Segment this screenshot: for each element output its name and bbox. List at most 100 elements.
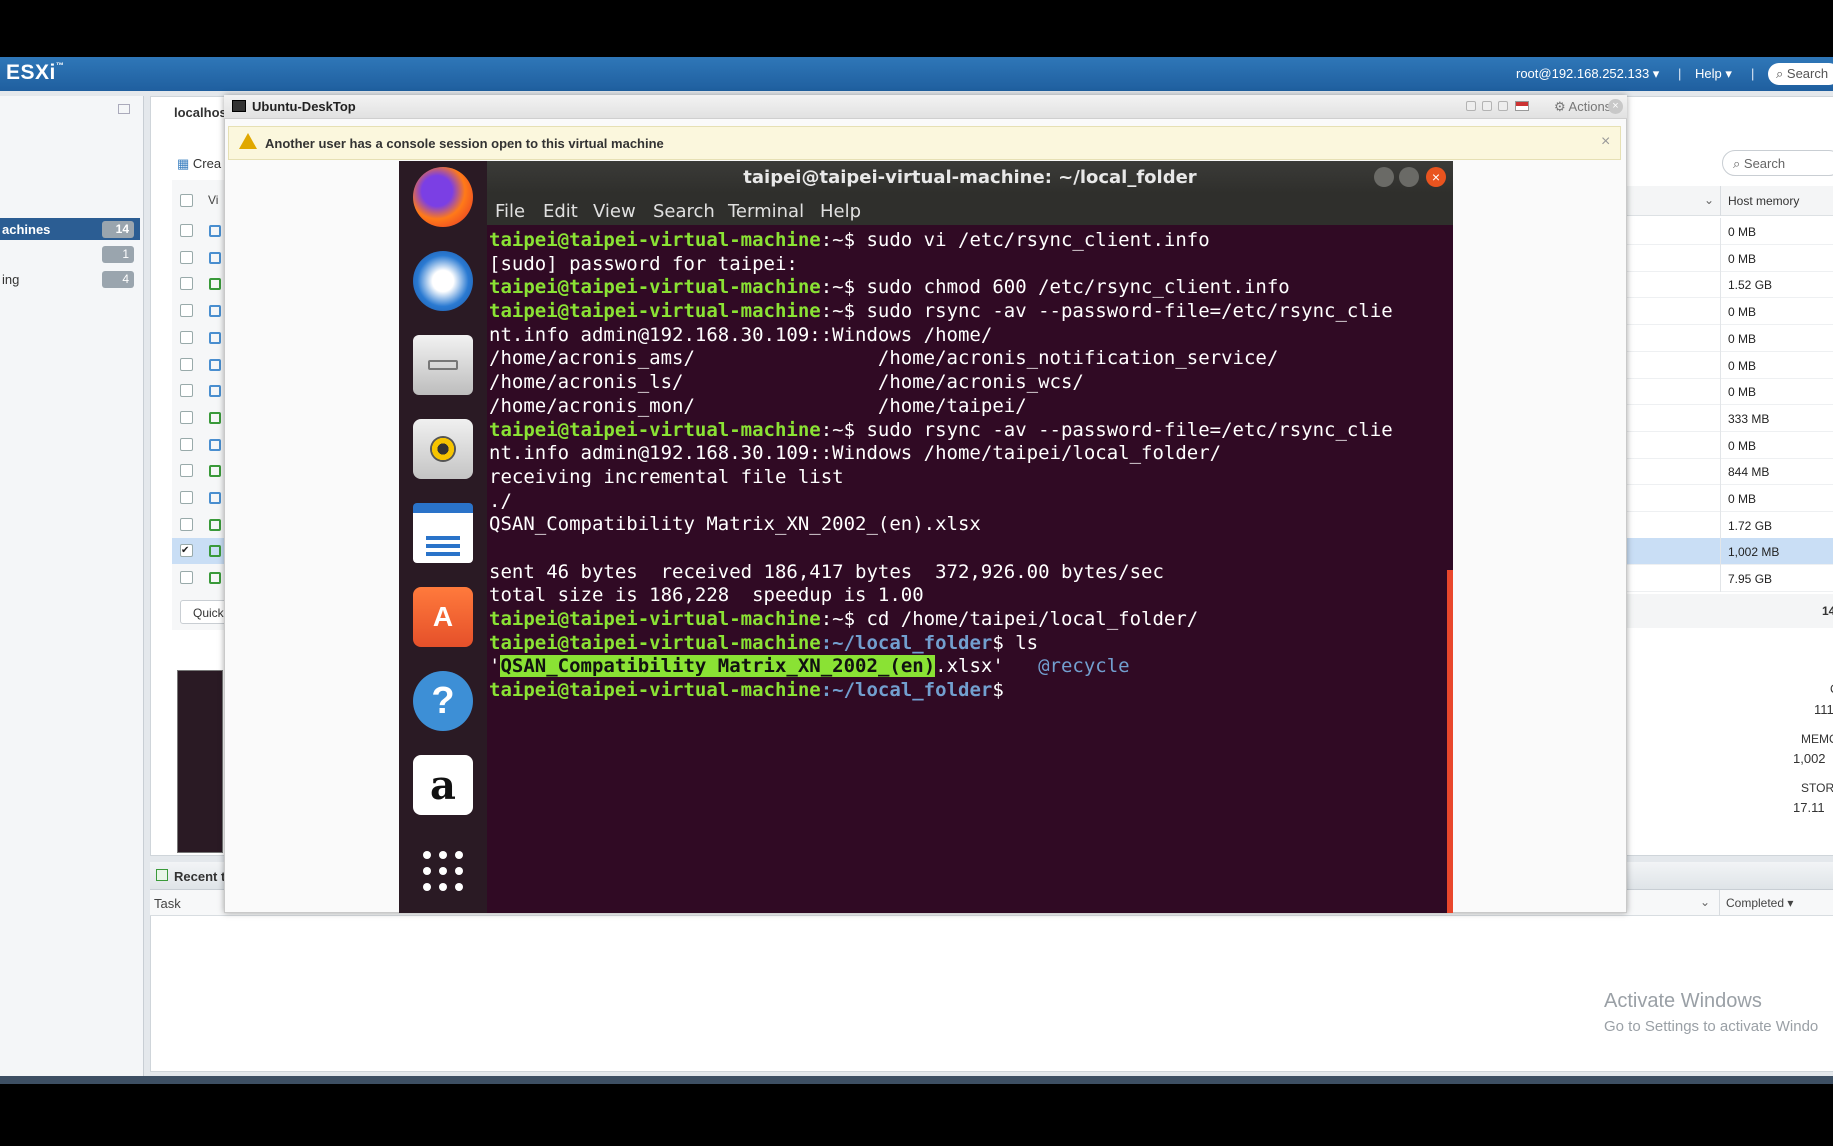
host-memory-value: 1.52 GB (1728, 278, 1773, 293)
maximize-icon[interactable] (1399, 167, 1419, 187)
host-memory-row[interactable]: 844 MB (1626, 458, 1833, 486)
table-row[interactable] (172, 565, 228, 591)
libreoffice-writer-icon[interactable] (413, 503, 473, 563)
selected-filename[interactable]: QSAN_Compatibility Matrix_XN_2002_(en) (500, 655, 936, 678)
host-memory-row[interactable]: 0 MB (1626, 298, 1833, 326)
table-row[interactable] (172, 405, 228, 431)
row-checkbox[interactable] (180, 250, 193, 264)
vm-console-title: Ubuntu-DeskTop (252, 99, 356, 114)
table-row[interactable]: ✔ (172, 538, 228, 565)
row-checkbox[interactable] (180, 304, 193, 318)
host-memory-row[interactable]: 1,002 MB (1626, 538, 1833, 566)
tab-localhost[interactable]: localhos (152, 99, 232, 125)
host-memory-row[interactable]: 0 MB (1626, 218, 1833, 245)
menu-terminal[interactable]: Terminal (728, 201, 804, 222)
host-memory-row[interactable]: 0 MB (1626, 351, 1833, 379)
row-checkbox[interactable] (180, 384, 193, 398)
actions-menu[interactable]: ⚙ Actions (1554, 99, 1611, 115)
vm-powered-on-icon (209, 545, 221, 558)
column-header-completed[interactable]: Completed ▾ (1726, 896, 1793, 910)
navigator-panel: achines 14 1 ing 4 (0, 96, 144, 1076)
row-checkbox[interactable]: ✔ (180, 544, 193, 558)
terminal-line: taipei@taipei-virtual-machine:~$ sudo rs… (489, 418, 1393, 441)
host-memory-row[interactable]: 333 MB (1626, 404, 1833, 432)
collapse-icon[interactable] (118, 104, 130, 114)
vm-powered-off-icon (209, 385, 221, 398)
table-row[interactable] (172, 325, 228, 351)
row-checkbox[interactable] (180, 330, 193, 344)
nav-item[interactable]: 1 (0, 243, 140, 265)
row-checkbox[interactable] (180, 464, 193, 478)
row-checkbox[interactable] (180, 437, 193, 451)
table-row[interactable] (172, 512, 228, 538)
table-row[interactable] (172, 218, 228, 244)
row-checkbox[interactable] (180, 571, 193, 585)
row-checkbox[interactable] (180, 357, 193, 371)
column-dropdown-icon[interactable]: ⌄ (1700, 895, 1710, 909)
column-header-task[interactable]: Task (154, 896, 181, 911)
menu-search[interactable]: Search (653, 201, 715, 222)
terminal-scrollbar[interactable] (1447, 570, 1453, 913)
column-header-vm[interactable]: Vi (208, 193, 218, 207)
restore-icon[interactable] (1466, 101, 1476, 111)
table-row[interactable] (172, 271, 228, 297)
apps-grid-icon[interactable] (413, 841, 473, 901)
host-memory-row[interactable]: 1.72 GB (1626, 511, 1833, 539)
row-checkbox[interactable] (180, 410, 193, 424)
table-row[interactable] (172, 298, 228, 324)
terminal-output[interactable]: taipei@taipei-virtual-machine:~$ sudo vi… (487, 225, 1453, 913)
column-dropdown-icon[interactable]: ⌄ (1704, 193, 1714, 207)
amazon-icon[interactable]: a (413, 755, 473, 815)
quick-filter-dropdown[interactable]: Quick (180, 600, 228, 624)
host-memory-value: 7.95 GB (1728, 572, 1773, 587)
host-memory-row[interactable]: 0 MB (1626, 431, 1833, 459)
host-memory-row[interactable]: 1.52 GB (1626, 271, 1833, 299)
thunderbird-icon[interactable] (413, 251, 473, 311)
create-vm-button[interactable]: ▦ Crea (177, 156, 221, 172)
close-icon[interactable]: × (1426, 167, 1446, 187)
row-checkbox[interactable] (180, 491, 193, 504)
host-memory-row[interactable]: 0 MB (1626, 485, 1833, 512)
row-checkbox[interactable] (180, 517, 193, 531)
warning-message: Another user has a console session open … (265, 136, 664, 151)
menu-file[interactable]: File (495, 201, 525, 222)
nav-item-virtual-machines[interactable]: achines 14 (0, 218, 140, 240)
minimize-icon[interactable] (1482, 101, 1492, 111)
row-checkbox[interactable] (180, 277, 193, 291)
terminal-titlebar[interactable]: taipei@taipei-virtual-machine: ~/local_f… (487, 161, 1453, 193)
menu-view[interactable]: View (593, 201, 636, 222)
nav-item-networking[interactable]: ing 4 (0, 268, 140, 290)
host-memory-row[interactable]: 0 MB (1626, 244, 1833, 272)
table-row[interactable] (172, 432, 228, 458)
help-menu[interactable]: Help ▾ (1695, 66, 1732, 82)
software-center-icon[interactable]: A (413, 587, 473, 647)
close-icon[interactable]: × (1608, 99, 1623, 114)
minimize-icon[interactable] (1374, 167, 1394, 187)
select-all-checkbox[interactable] (180, 194, 193, 207)
rhythmbox-icon[interactable] (413, 419, 473, 479)
user-menu[interactable]: root@192.168.252.133 ▾ (1516, 66, 1659, 82)
menu-edit[interactable]: Edit (543, 201, 578, 222)
firefox-icon[interactable] (413, 167, 473, 227)
table-row[interactable] (172, 352, 228, 378)
host-memory-row[interactable]: 7.95 GB (1626, 565, 1833, 593)
close-icon[interactable]: × (1601, 133, 1610, 151)
column-header-host-memory[interactable]: Host memory (1728, 194, 1799, 208)
table-row[interactable] (172, 245, 228, 271)
console-warning-banner: Another user has a console session open … (228, 126, 1621, 160)
host-memory-row[interactable]: 0 MB (1626, 378, 1833, 406)
table-row[interactable] (172, 485, 228, 511)
vm-search-input[interactable]: ⌕ Search (1722, 150, 1833, 176)
header-search-input[interactable]: ⌕ Search (1768, 63, 1833, 85)
table-row[interactable] (172, 378, 228, 404)
vm-console-titlebar[interactable]: Ubuntu-DeskTop ⚙ Actions × (224, 95, 1627, 119)
keyboard-language-icon[interactable] (1515, 101, 1529, 111)
fullscreen-icon[interactable] (1498, 101, 1508, 111)
menu-help[interactable]: Help (820, 201, 861, 222)
table-row[interactable] (172, 458, 228, 484)
vm-console-thumbnail[interactable] (177, 670, 223, 853)
help-icon[interactable]: ? (413, 671, 473, 731)
row-checkbox[interactable] (180, 224, 193, 237)
host-memory-row[interactable]: 0 MB (1626, 324, 1833, 352)
files-icon[interactable] (413, 335, 473, 395)
